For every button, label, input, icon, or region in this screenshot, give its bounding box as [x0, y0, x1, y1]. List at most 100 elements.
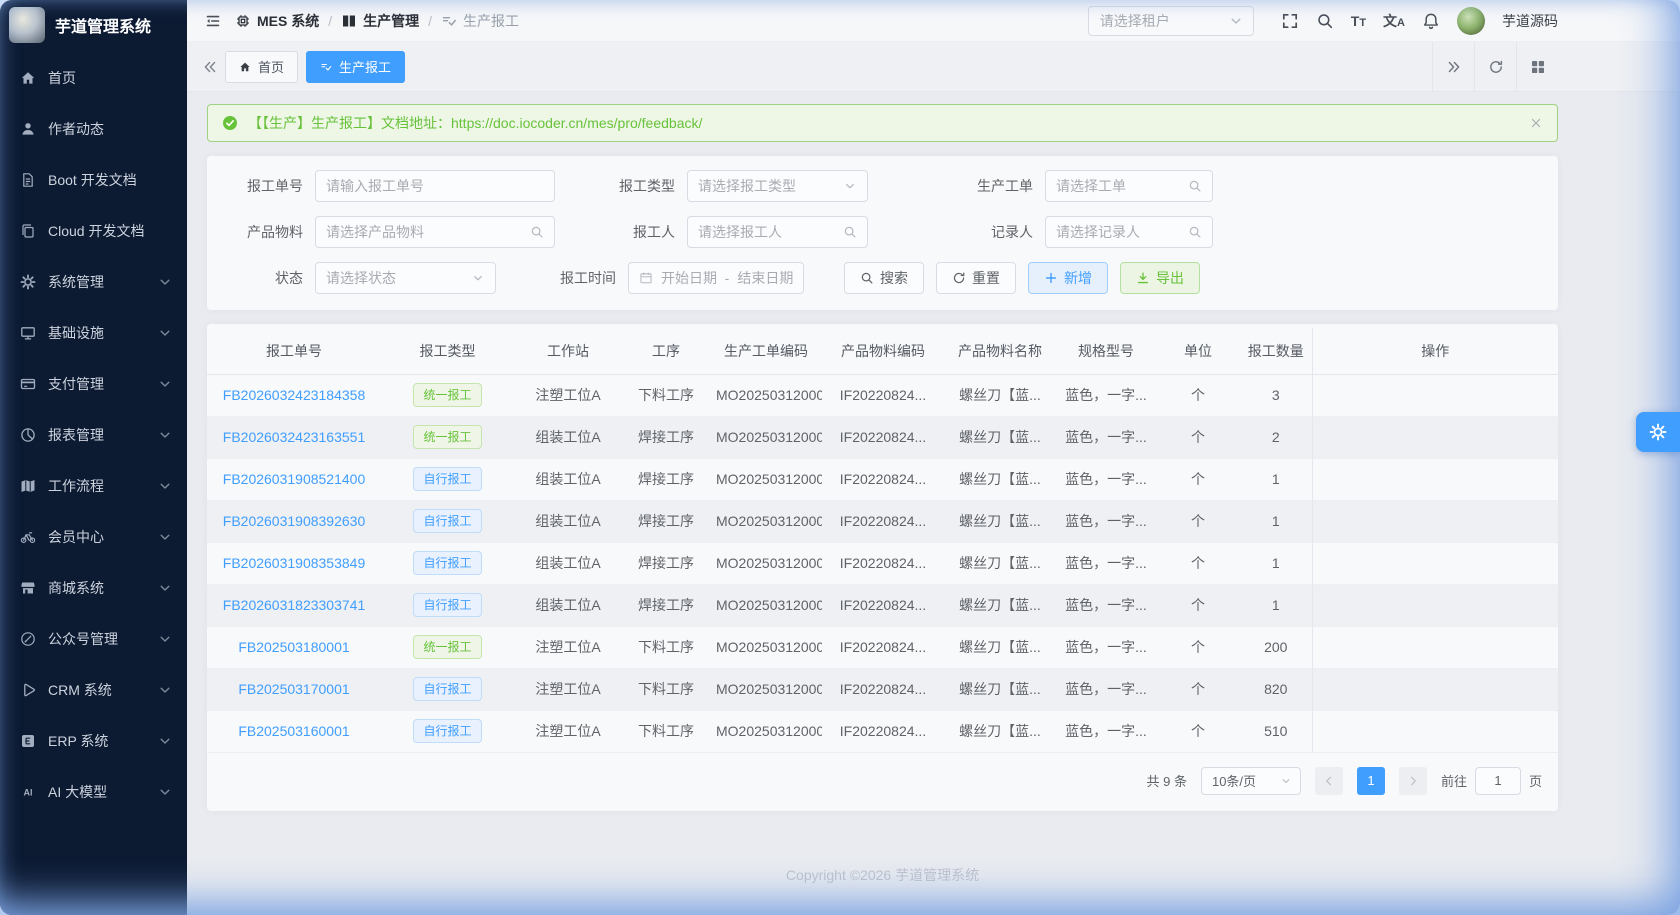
- add-button[interactable]: 新增: [1028, 262, 1108, 294]
- sidebar-item-mall-system[interactable]: 商城系统: [0, 562, 187, 613]
- sidebar-item-report-management[interactable]: 报表管理: [0, 409, 187, 460]
- tab-production-feedback[interactable]: 生产报工: [306, 51, 405, 83]
- sidebar-item-label: 会员中心: [48, 527, 145, 547]
- page-size-select[interactable]: 10条/页: [1201, 767, 1301, 795]
- app-title: 芋道管理系统: [55, 13, 151, 37]
- chevron-down-icon: [157, 784, 173, 800]
- plus-icon: [1044, 271, 1058, 285]
- pagination: 共 9 条 10条/页 1 前往 页: [207, 753, 1558, 811]
- refresh-page-icon[interactable]: [1474, 42, 1516, 91]
- tab-home[interactable]: 首页: [225, 51, 298, 83]
- sidebar-item-erp-system[interactable]: ERP 系统: [0, 715, 187, 766]
- erp-icon: [20, 733, 36, 749]
- sidebar-item-label: AI 大模型: [48, 782, 145, 802]
- book-icon: [341, 13, 357, 29]
- breadcrumb-item-production-management[interactable]: 生产管理: [341, 11, 419, 31]
- filter-search-reporter[interactable]: 请选择报工人: [687, 216, 868, 248]
- chevron-down-icon: [157, 631, 173, 647]
- sidebar-item-system-management[interactable]: 系统管理: [0, 256, 187, 307]
- username[interactable]: 芋道源码: [1502, 11, 1558, 31]
- notification-bell-icon[interactable]: [1422, 12, 1440, 30]
- user-avatar[interactable]: [1457, 7, 1485, 35]
- next-page-button[interactable]: [1399, 767, 1427, 795]
- filter-label-feedback-time: 报工时间: [496, 268, 628, 288]
- sidebar-item-author-news[interactable]: 作者动态: [0, 103, 187, 154]
- filter-input-feedback-no[interactable]: [315, 170, 555, 202]
- sidebar-item-label: 作者动态: [48, 119, 173, 139]
- report-type-badge: 自行报工: [413, 467, 481, 491]
- sidebar-item-boot-docs[interactable]: Boot 开发文档: [0, 154, 187, 205]
- pie-chart-icon: [20, 427, 36, 443]
- sidebar-item-payment-management[interactable]: 支付管理: [0, 358, 187, 409]
- goto-page-input[interactable]: [1475, 767, 1521, 795]
- filter-search-recorder[interactable]: 请选择记录人: [1045, 216, 1213, 248]
- credit-card-icon: [20, 376, 36, 392]
- report-type-badge: 自行报工: [413, 593, 481, 617]
- fullscreen-icon[interactable]: [1281, 12, 1299, 30]
- locale-icon[interactable]: 文A: [1383, 11, 1405, 31]
- reset-button[interactable]: 重置: [936, 262, 1016, 294]
- page-content: 【【生产】生产报工】文档地址：https://doc.iocoder.cn/me…: [187, 92, 1680, 915]
- sidebar-item-ai-model[interactable]: AI AI 大模型: [0, 766, 187, 817]
- chevron-down-icon: [157, 478, 173, 494]
- doc-alert: 【【生产】生产报工】文档地址：https://doc.iocoder.cn/me…: [207, 104, 1558, 142]
- sidebar-item-workflow[interactable]: 工作流程: [0, 460, 187, 511]
- table-row: FB202503160001自行报工注塑工位A下料工序MO20250312000…: [207, 710, 1558, 752]
- filter-label-production-order: 生产工单: [868, 176, 1045, 196]
- filter-daterange-feedback-time[interactable]: 开始日期-结束日期: [628, 262, 804, 294]
- breadcrumb-item-mes-system[interactable]: MES 系统: [235, 11, 319, 31]
- actions-cell: [1312, 542, 1558, 584]
- sidebar-item-label: 商城系统: [48, 578, 145, 598]
- tags-scroll-left-icon[interactable]: [195, 42, 225, 91]
- order-no-link[interactable]: FB2026031823303741: [223, 597, 365, 613]
- user-icon: [20, 121, 36, 137]
- shop-icon: [20, 580, 36, 596]
- goto-label: 前往: [1441, 771, 1467, 790]
- tenant-select[interactable]: 请选择租户: [1088, 6, 1254, 36]
- topbar: MES 系统/生产管理/生产报工 请选择租户 TT 文A 芋道源码: [187, 0, 1680, 42]
- report-type-badge: 统一报工: [413, 425, 481, 449]
- order-no-link[interactable]: FB202503180001: [238, 639, 349, 655]
- app-logo[interactable]: 芋道管理系统: [0, 0, 187, 50]
- filter-select-feedback-type[interactable]: 请选择报工类型: [687, 170, 868, 202]
- chip-icon: [235, 13, 251, 29]
- order-no-link[interactable]: FB2026032423184358: [223, 387, 365, 403]
- filter-search-product-material[interactable]: 请选择产品物料: [315, 216, 555, 248]
- font-size-icon[interactable]: TT: [1351, 13, 1366, 29]
- filter-select-status[interactable]: 请选择状态: [315, 262, 496, 294]
- sidebar-item-crm-system[interactable]: CRM 系统: [0, 664, 187, 715]
- svg-text:AI: AI: [24, 787, 33, 797]
- collapse-sidebar-icon[interactable]: [205, 13, 221, 29]
- alert-close-icon[interactable]: [1529, 116, 1543, 130]
- order-no-link[interactable]: FB2026031908392630: [223, 513, 365, 529]
- search-button[interactable]: 搜索: [844, 262, 924, 294]
- theme-settings-button[interactable]: [1636, 412, 1680, 452]
- document-icon: [20, 172, 36, 188]
- sidebar-item-infrastructure[interactable]: 基础设施: [0, 307, 187, 358]
- sidebar-item-official-account[interactable]: 公众号管理: [0, 613, 187, 664]
- layout-grid-icon[interactable]: [1516, 42, 1558, 91]
- page-number-button[interactable]: 1: [1357, 767, 1385, 795]
- order-no-link[interactable]: FB2026031908353849: [223, 555, 365, 571]
- breadcrumb-separator: /: [428, 13, 432, 29]
- tags-scroll-right-icon[interactable]: [1432, 42, 1474, 91]
- order-no-link[interactable]: FB2026031908521400: [223, 471, 365, 487]
- order-no-link[interactable]: FB202503170001: [238, 681, 349, 697]
- sidebar-item-cloud-docs[interactable]: Cloud 开发文档: [0, 205, 187, 256]
- sidebar-item-label: 基础设施: [48, 323, 145, 343]
- gear-icon: [1649, 423, 1667, 441]
- search-icon: [860, 271, 874, 285]
- table-row: FB2026031908521400自行报工组装工位A焊接工序MO2025031…: [207, 458, 1558, 500]
- sidebar-item-member-center[interactable]: 会员中心: [0, 511, 187, 562]
- sidebar-item-home[interactable]: 首页: [0, 52, 187, 103]
- sidebar-item-label: 工作流程: [48, 476, 145, 496]
- export-button[interactable]: 导出: [1120, 262, 1200, 294]
- filter-search-production-order[interactable]: 请选择工单: [1045, 170, 1213, 202]
- actions-cell: [1312, 416, 1558, 458]
- prev-page-button[interactable]: [1315, 767, 1343, 795]
- order-no-link[interactable]: FB2026032423163551: [223, 429, 365, 445]
- order-no-link[interactable]: FB202503160001: [238, 723, 349, 739]
- search-icon[interactable]: [1316, 12, 1334, 30]
- chevron-down-icon: [157, 529, 173, 545]
- actions-cell: [1312, 500, 1558, 542]
